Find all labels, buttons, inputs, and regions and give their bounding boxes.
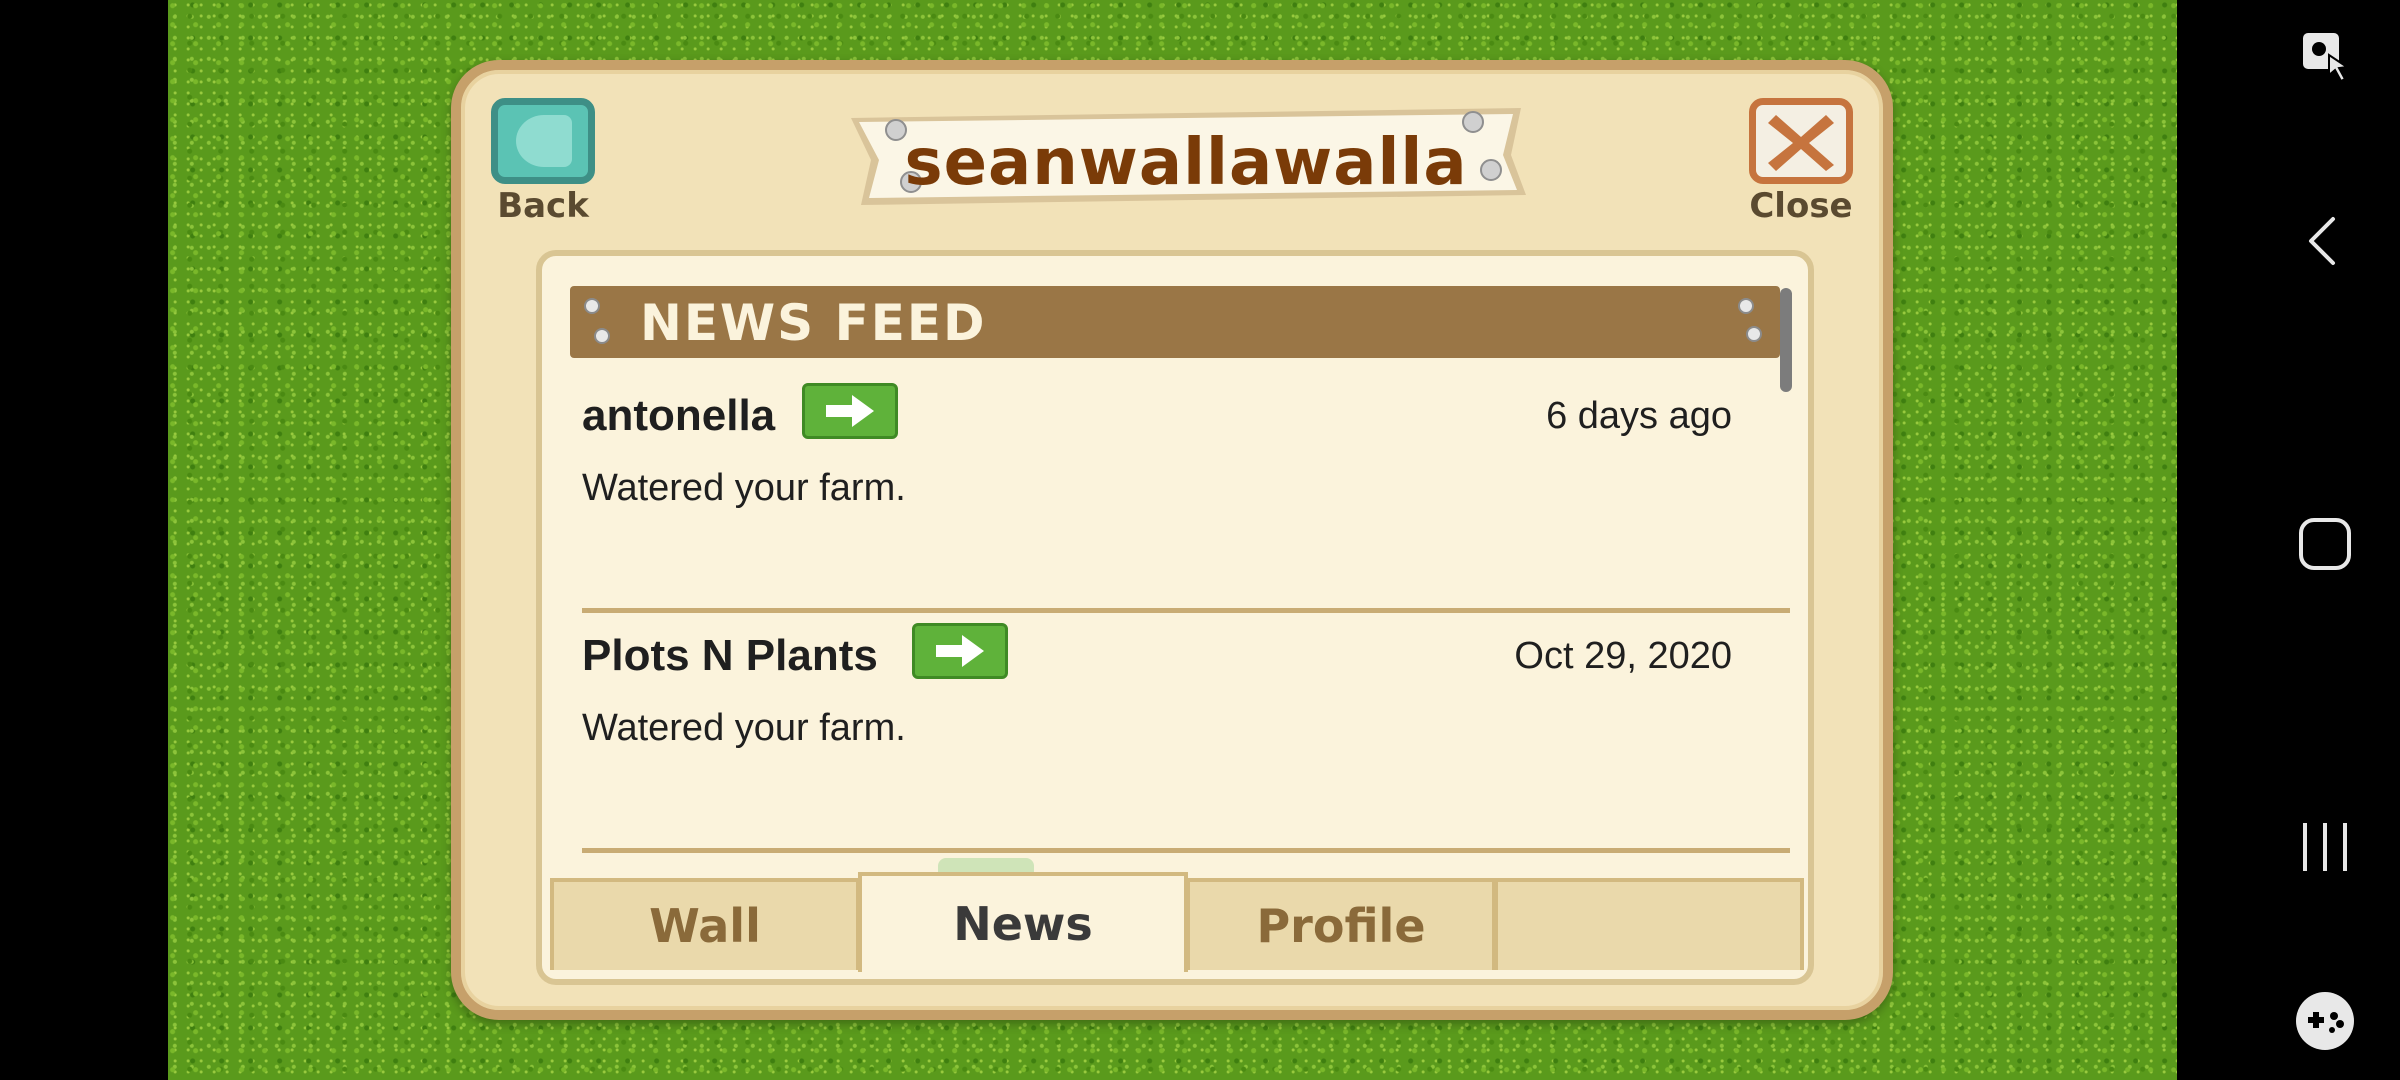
news-feed-banner: NEWS FEED xyxy=(570,286,1780,358)
tab-wall[interactable]: Wall xyxy=(550,878,860,970)
news-feed-panel[interactable]: NEWS FEED antonella 6 days ago Watered y… xyxy=(536,250,1814,985)
system-navigation-bar xyxy=(2177,0,2400,1080)
nail-icon xyxy=(584,298,600,314)
game-controller-icon[interactable] xyxy=(2294,990,2356,1052)
tab-bar: Wall News Profile xyxy=(550,858,1808,978)
back-label[interactable]: Back xyxy=(473,186,613,226)
scrollbar[interactable] xyxy=(1780,288,1792,392)
close-label[interactable]: Close xyxy=(1731,186,1871,226)
entry-name: antonella xyxy=(582,391,776,440)
tab-empty[interactable] xyxy=(1494,878,1804,970)
nail-icon xyxy=(1746,326,1762,342)
entry-time: Oct 29, 2020 xyxy=(1514,635,1732,677)
entry-divider xyxy=(582,848,1790,853)
entry-time: 6 days ago xyxy=(1546,395,1732,437)
close-button[interactable] xyxy=(1749,98,1853,184)
back-button[interactable] xyxy=(491,98,595,184)
right-arrow-icon xyxy=(826,395,874,427)
entry-message: Watered your farm. xyxy=(582,467,906,509)
entry-divider xyxy=(582,608,1790,613)
close-x-icon xyxy=(1768,115,1834,171)
visit-friend-button[interactable] xyxy=(912,623,1008,679)
entry-message: Watered your farm. xyxy=(582,707,906,749)
entry-name: Plots N Plants xyxy=(582,631,878,680)
news-entry: Plots N Plants Oct 29, 2020 Watered your… xyxy=(582,623,1782,831)
recents-nav-icon[interactable] xyxy=(2294,816,2356,878)
friend-profile-dialog: Back Close seanwallawalla NEWS FEED anto… xyxy=(451,60,1893,1020)
home-nav-icon[interactable] xyxy=(2294,513,2356,575)
title-plank: seanwallawalla xyxy=(841,100,1531,210)
news-entry: antonella 6 days ago Watered your farm. xyxy=(582,383,1782,591)
tab-news[interactable]: News xyxy=(858,872,1188,972)
right-arrow-icon xyxy=(936,635,984,667)
accessibility-icon[interactable] xyxy=(2294,24,2356,86)
nail-icon xyxy=(594,328,610,344)
back-nav-icon[interactable] xyxy=(2294,210,2356,272)
news-feed-heading: NEWS FEED xyxy=(640,294,987,352)
dialog-title: seanwallawalla xyxy=(904,126,1468,200)
visit-friend-button[interactable] xyxy=(802,383,898,439)
nail-icon xyxy=(1738,298,1754,314)
tab-profile[interactable]: Profile xyxy=(1186,878,1496,970)
